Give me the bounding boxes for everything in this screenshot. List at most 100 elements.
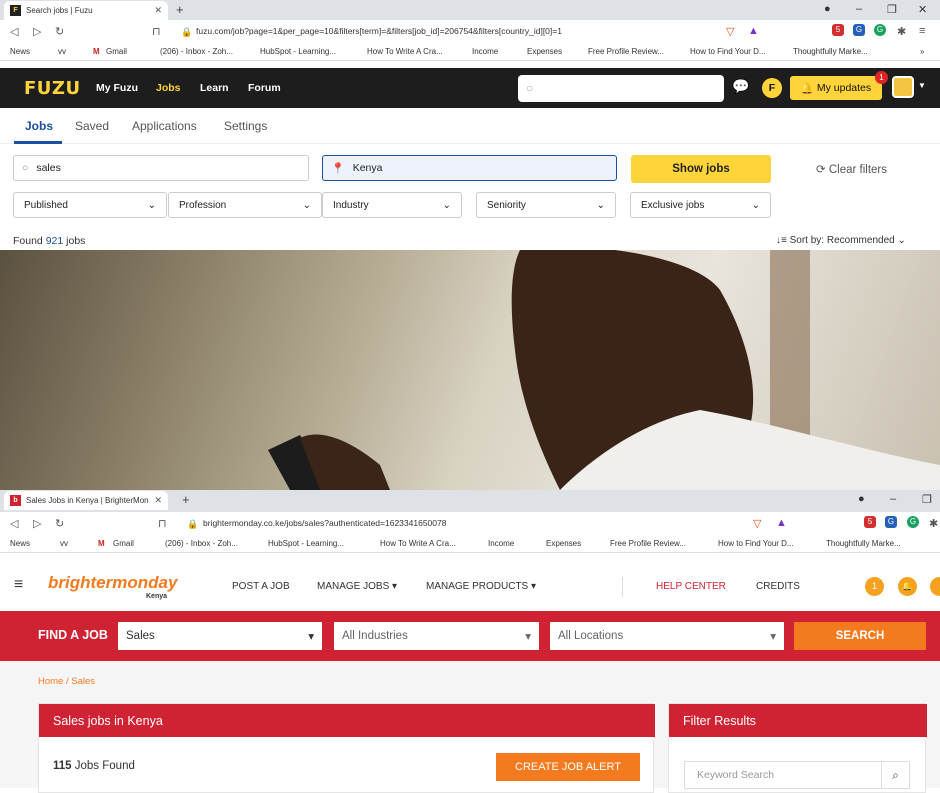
- bookmark-item[interactable]: (206) - Inbox - Zoh...: [165, 539, 238, 548]
- minimize-icon[interactable]: –: [856, 3, 862, 15]
- new-tab-icon[interactable]: +: [176, 2, 184, 17]
- bookmark-item[interactable]: Gmail: [113, 539, 134, 548]
- create-job-alert-button[interactable]: CREATE JOB ALERT: [496, 753, 640, 781]
- grammarly-icon[interactable]: G: [907, 516, 919, 528]
- puzzle-icon[interactable]: ✱: [929, 517, 938, 530]
- bookmark-item[interactable]: Gmail: [106, 47, 127, 56]
- restore-icon[interactable]: ❐: [922, 493, 932, 506]
- brave-shield-icon[interactable]: ▽: [753, 517, 761, 530]
- filter-exclusive-jobs[interactable]: Exclusive jobs ⌄: [630, 192, 771, 218]
- keyword-input[interactable]: ○ sales: [13, 155, 309, 181]
- tab-jobs[interactable]: Jobs: [25, 119, 53, 133]
- bookmark-item[interactable]: News: [10, 539, 30, 548]
- bookmark-item[interactable]: Thoughtfully Marke...: [826, 539, 901, 548]
- bookmark-item[interactable]: How To Write A Cra...: [380, 539, 456, 548]
- brightermonday-logo[interactable]: brightermonday Kenya: [48, 573, 177, 600]
- puzzle-icon[interactable]: ✱: [897, 25, 906, 38]
- bookmark-item[interactable]: (206) - Inbox - Zoh...: [160, 47, 233, 56]
- filter-industry[interactable]: Industry ⌄: [322, 192, 462, 218]
- header-search-input[interactable]: ○: [518, 75, 724, 102]
- location-input[interactable]: 📍 Kenya: [322, 155, 617, 181]
- close-window-icon[interactable]: ✕: [918, 3, 927, 16]
- new-tab-icon[interactable]: +: [182, 492, 190, 507]
- filter-seniority[interactable]: Seniority ⌄: [476, 192, 616, 218]
- location-select[interactable]: All Locations ▾: [550, 622, 784, 650]
- tab-saved[interactable]: Saved: [75, 119, 109, 133]
- chevron-down-icon[interactable]: ▼: [918, 81, 926, 90]
- bookmark-item[interactable]: Free Profile Review...: [588, 47, 664, 56]
- nav-help-center[interactable]: HELP CENTER: [656, 581, 726, 592]
- url-text[interactable]: brightermonday.co.ke/jobs/sales?authenti…: [203, 518, 446, 528]
- rewards-icon[interactable]: ▲: [776, 517, 787, 529]
- search-icon[interactable]: ⌕: [881, 762, 909, 788]
- nav-learn[interactable]: Learn: [200, 82, 229, 94]
- bookmark-item[interactable]: vv: [60, 539, 68, 548]
- menu-icon[interactable]: ≡: [919, 25, 925, 37]
- notification-count[interactable]: 1: [865, 577, 884, 596]
- my-updates-button[interactable]: 🔔 My updates: [790, 76, 882, 100]
- close-tab-icon[interactable]: ✕: [154, 495, 162, 506]
- bookmark-item[interactable]: News: [10, 47, 30, 56]
- nav-jobs[interactable]: Jobs: [156, 82, 181, 94]
- grammarly-icon[interactable]: G: [874, 24, 886, 36]
- nav-forum[interactable]: Forum: [248, 82, 281, 94]
- nav-manage-products[interactable]: MANAGE PRODUCTS ▾: [426, 581, 536, 592]
- restore-icon[interactable]: ❐: [887, 3, 897, 16]
- back-icon[interactable]: ◁: [10, 517, 18, 530]
- forward-icon[interactable]: ▷: [33, 25, 41, 38]
- bookmark-icon[interactable]: ⊓: [152, 25, 161, 38]
- nav-post-a-job[interactable]: POST A JOB: [232, 581, 290, 592]
- bell-icon[interactable]: 🔔: [898, 577, 917, 596]
- filter-profession[interactable]: Profession ⌄: [168, 192, 322, 218]
- clear-filters-button[interactable]: ⟳ Clear filters: [816, 162, 887, 176]
- bookmark-item[interactable]: HubSpot - Learning...: [268, 539, 344, 548]
- bookmark-item[interactable]: Expenses: [527, 47, 562, 56]
- rewards-icon[interactable]: ▲: [748, 25, 759, 37]
- bookmark-item[interactable]: Expenses: [546, 539, 581, 548]
- bookmark-item[interactable]: HubSpot - Learning...: [260, 47, 336, 56]
- extension-icon[interactable]: 5: [832, 24, 844, 36]
- back-icon[interactable]: ◁: [10, 25, 18, 38]
- reload-icon[interactable]: ↻: [55, 517, 64, 530]
- fuzu-logo[interactable]: FUZU: [24, 78, 81, 99]
- tab-applications[interactable]: Applications: [132, 119, 197, 133]
- bookmark-item[interactable]: vv: [58, 47, 66, 56]
- browser-tab-fuzu[interactable]: F Search jobs | Fuzu ✕: [4, 1, 168, 20]
- nav-credits[interactable]: CREDITS: [756, 581, 800, 592]
- filter-published[interactable]: Published ⌄: [13, 192, 167, 218]
- browser-tab-brightermonday[interactable]: b Sales Jobs in Kenya | BrighterMon ✕: [4, 491, 168, 510]
- bookmarks-overflow[interactable]: »: [920, 47, 924, 56]
- bookmark-item[interactable]: Income: [488, 539, 514, 548]
- sort-control[interactable]: ↓≡ Sort by: Recommended ⌄: [776, 235, 906, 246]
- forward-icon[interactable]: ▷: [33, 517, 41, 530]
- minimize-icon[interactable]: –: [890, 493, 896, 505]
- bookmark-item[interactable]: Income: [472, 47, 498, 56]
- extension-icon[interactable]: G: [853, 24, 865, 36]
- nav-manage-jobs[interactable]: MANAGE JOBS ▾: [317, 581, 397, 592]
- reload-icon[interactable]: ↻: [55, 25, 64, 38]
- close-tab-icon[interactable]: ✕: [154, 5, 162, 16]
- nav-my-fuzu[interactable]: My Fuzu: [96, 82, 138, 94]
- bookmark-item[interactable]: How to Find Your D...: [718, 539, 794, 548]
- hamburger-menu-icon[interactable]: ≡: [14, 576, 23, 594]
- industry-select[interactable]: All Industries ▾: [334, 622, 539, 650]
- bookmark-item[interactable]: Thoughtfully Marke...: [793, 47, 868, 56]
- job-select[interactable]: Sales ▾: [118, 622, 322, 650]
- extension-icon[interactable]: 5: [864, 516, 876, 528]
- show-jobs-button[interactable]: Show jobs: [631, 155, 771, 183]
- profile-icon[interactable]: ●: [824, 3, 831, 15]
- profile-icon[interactable]: ●: [858, 493, 865, 505]
- chat-icon[interactable]: 💬: [732, 78, 749, 95]
- keyword-search-input[interactable]: Keyword Search ⌕: [684, 761, 910, 789]
- tab-settings[interactable]: Settings: [224, 119, 267, 133]
- bookmark-item[interactable]: How to Find Your D...: [690, 47, 766, 56]
- breadcrumb[interactable]: Home / Sales: [38, 676, 95, 687]
- extension-icon[interactable]: G: [885, 516, 897, 528]
- bookmark-item[interactable]: How To Write A Cra...: [367, 47, 443, 56]
- search-button[interactable]: SEARCH: [794, 622, 926, 650]
- bookmark-icon[interactable]: ⊓: [158, 517, 167, 530]
- avatar[interactable]: [892, 76, 914, 98]
- brave-shield-icon[interactable]: ▽: [726, 25, 734, 38]
- coin-icon[interactable]: F: [762, 78, 782, 98]
- bookmark-item[interactable]: Free Profile Review...: [610, 539, 686, 548]
